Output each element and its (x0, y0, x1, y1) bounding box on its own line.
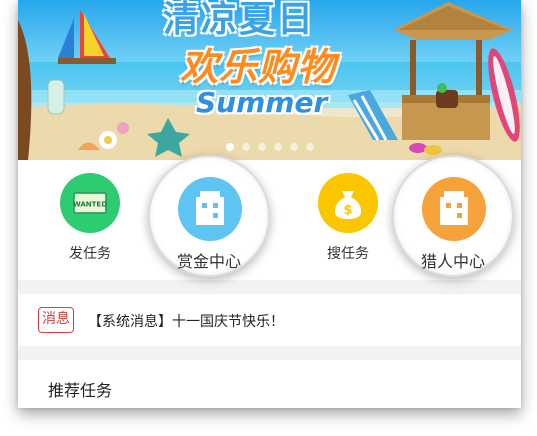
carousel-dot[interactable] (305, 143, 314, 151)
grid-item-hunter-center[interactable]: 猎人中心 (392, 155, 514, 277)
sailboat-icon (58, 10, 116, 64)
recommended-section: 推荐任务 (18, 360, 521, 408)
carousel-dot[interactable] (289, 143, 298, 151)
section-title: 推荐任务 (48, 381, 113, 400)
carousel-dot[interactable] (225, 143, 234, 151)
building-icon (178, 177, 242, 241)
grid-item-bounty-center[interactable]: 赏金中心 (148, 155, 270, 277)
building-icon (422, 177, 486, 241)
carousel-dot[interactable] (241, 143, 250, 151)
svg-text:$: $ (343, 203, 352, 218)
message-text[interactable]: 【系统消息】十一国庆节快乐！ (88, 311, 284, 331)
carousel-indicator[interactable] (18, 143, 521, 151)
banner-title-main: 欢乐购物 (180, 45, 337, 89)
system-message-bar[interactable]: 消息 【系统消息】十一国庆节快乐！ (18, 294, 521, 346)
carousel-dot[interactable] (273, 143, 282, 151)
message-tag: 消息 (38, 307, 74, 333)
grid-item-post-task[interactable]: WANTED 发任务 (30, 160, 150, 280)
grid-item-label: 赏金中心 (176, 252, 241, 271)
grid-item-label: 搜任务 (327, 246, 369, 262)
promo-banner[interactable]: 清凉夏日 欢乐购物 Summer (18, 0, 521, 160)
grid-item-label: 猎人中心 (420, 252, 485, 271)
grid-item-search-task[interactable]: $ 搜任务 (288, 160, 408, 280)
wanted-icon: WANTED (60, 173, 120, 233)
money-bag-icon: $ (318, 173, 378, 233)
grid-item-label: 发任务 (69, 246, 111, 262)
quick-menu: WANTED 发任务 $ 搜任务 赏金中心 猎人中心 (18, 155, 521, 280)
banner-title-en: Summer (196, 86, 328, 119)
wanted-icon-text: WANTED (73, 201, 107, 209)
app-screen: 清凉夏日 欢乐购物 Summer WANTED 发任务 $ 搜任务 赏金中心 猎… (18, 0, 521, 408)
carousel-dot[interactable] (257, 143, 266, 151)
